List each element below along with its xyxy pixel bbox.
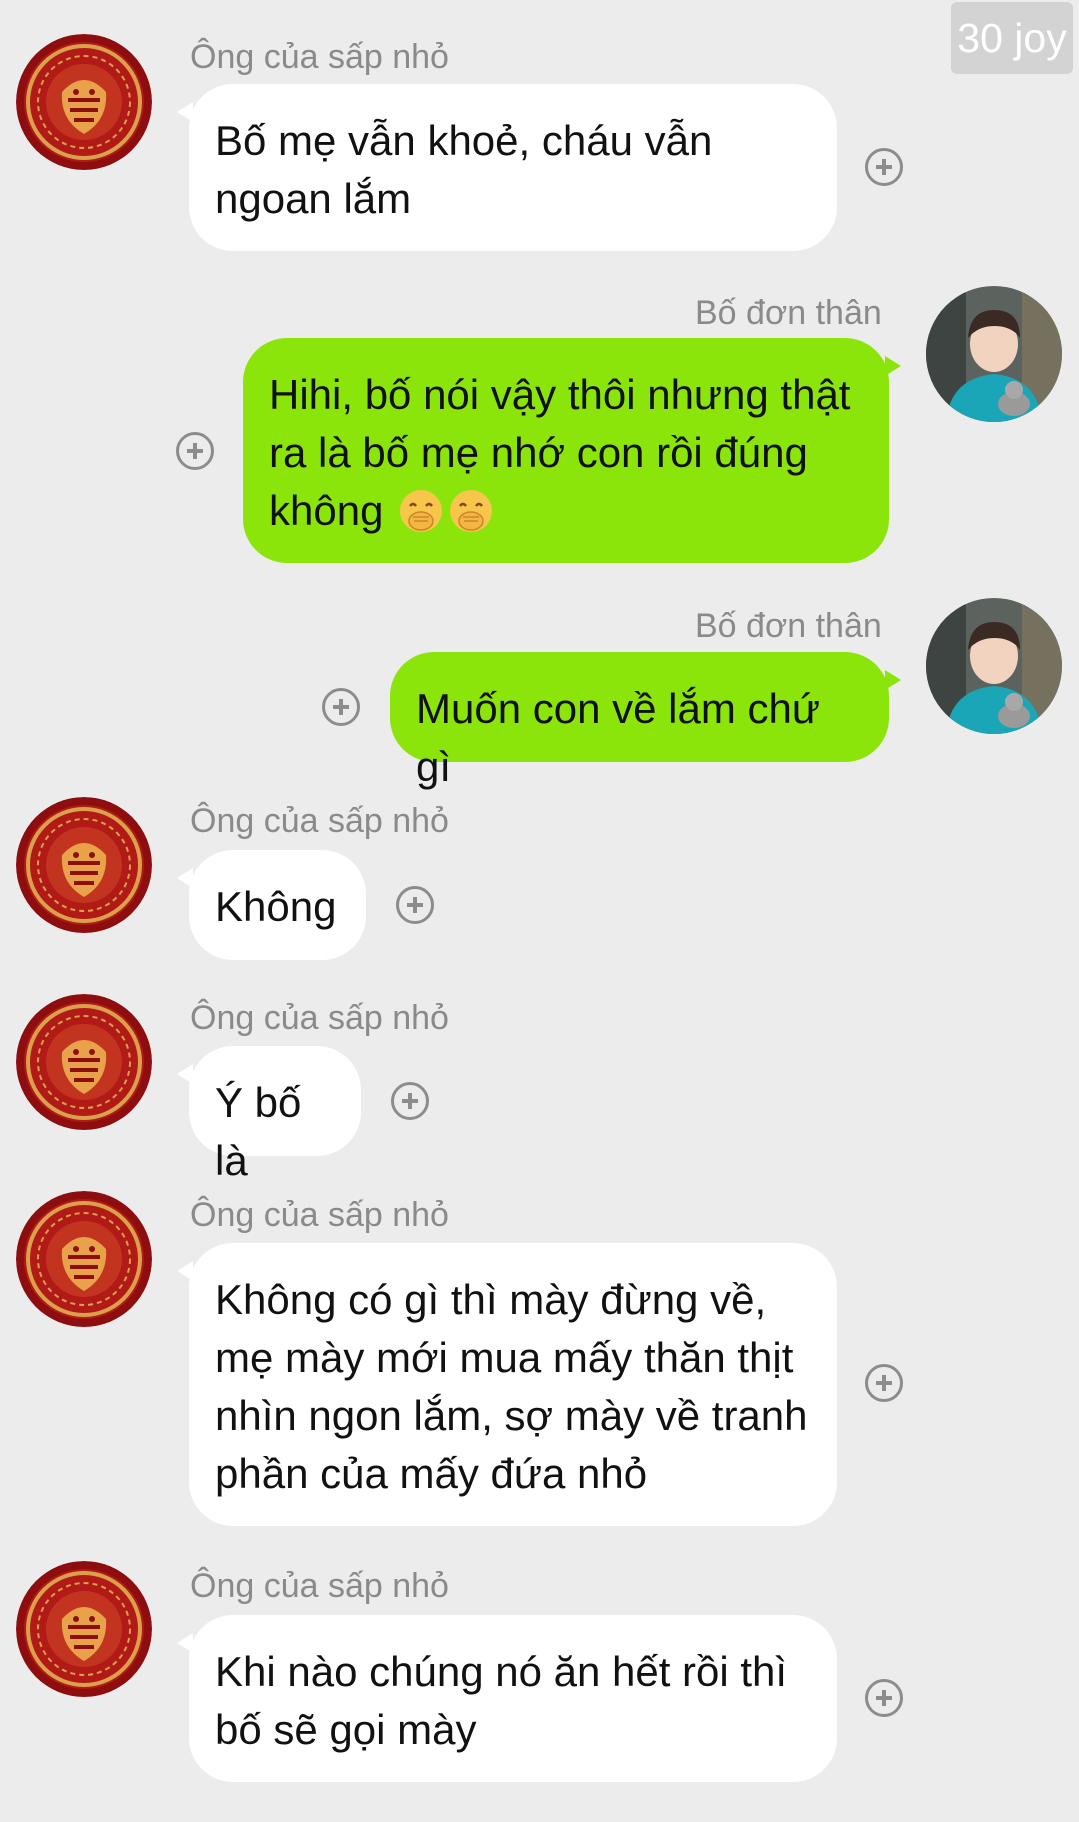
message-line: Ý bố là xyxy=(215,1079,302,1184)
add-reaction-icon[interactable] xyxy=(865,1364,903,1402)
tiger-medallion-avatar-icon xyxy=(16,797,152,933)
face-with-hand-over-mouth-icon xyxy=(400,490,443,532)
message-line: Muốn con về lắm chứ gì xyxy=(416,685,820,790)
avatar-grandpa[interactable] xyxy=(16,797,152,933)
message-bubble[interactable]: Không có gì thì mày đừng về, mẹ mày mới … xyxy=(177,1243,837,1526)
add-reaction-icon[interactable] xyxy=(176,432,214,470)
tiger-medallion-avatar-icon xyxy=(16,34,152,170)
avatar-grandpa[interactable] xyxy=(16,34,152,170)
message-line: Không có gì thì mày đừng về, xyxy=(215,1276,767,1323)
message-line: Bố mẹ vẫn khoẻ, cháu vẫn xyxy=(215,117,713,164)
message-bubble[interactable]: Khi nào chúng nó ăn hết rồi thì bố sẽ gọ… xyxy=(177,1615,837,1782)
add-reaction-icon[interactable] xyxy=(865,1679,903,1717)
avatar-dad[interactable] xyxy=(926,598,1062,734)
sender-name: Ông của sấp nhỏ xyxy=(190,1567,449,1605)
sender-name: Ông của sấp nhỏ xyxy=(190,38,449,76)
tiger-medallion-avatar-icon xyxy=(16,1191,152,1327)
message-line: Khi nào chúng nó ăn hết rồi thì xyxy=(215,1648,788,1695)
tiger-medallion-avatar-icon xyxy=(16,994,152,1130)
add-reaction-icon[interactable] xyxy=(391,1082,429,1120)
message-bubble[interactable]: Ý bố là xyxy=(177,1046,361,1184)
sender-name: Bố đơn thân xyxy=(695,294,882,332)
message-line: mẹ mày mới mua mấy thăn thịt xyxy=(215,1334,794,1381)
message-line: phần của mấy đứa nhỏ xyxy=(215,1450,648,1497)
avatar-grandpa[interactable] xyxy=(16,994,152,1130)
avatar-grandpa[interactable] xyxy=(16,1561,152,1697)
boy-with-cat-avatar-icon xyxy=(926,286,1062,422)
message-line: nhìn ngon lắm, sợ mày về tranh xyxy=(215,1392,808,1439)
sender-name: Ông của sấp nhỏ xyxy=(190,999,449,1037)
add-reaction-icon[interactable] xyxy=(322,688,360,726)
tiger-medallion-avatar-icon xyxy=(16,1561,152,1697)
message-bubble[interactable]: Bố mẹ vẫn khoẻ, cháu vẫn ngoan lắm xyxy=(177,84,837,251)
avatar-dad[interactable] xyxy=(926,286,1062,422)
message-line: không xyxy=(269,487,384,534)
message-line: Không xyxy=(215,883,337,930)
message-line: ngoan lắm xyxy=(215,175,412,222)
message-bubble[interactable]: Không xyxy=(177,850,366,960)
message-line: ra là bố mẹ nhớ con rồi đúng xyxy=(269,429,808,476)
sender-name: Ông của sấp nhỏ xyxy=(190,1196,449,1234)
message-bubble[interactable]: Hihi, bố nói vậy thôi nhưng thật ra là b… xyxy=(243,338,901,563)
sender-name: Bố đơn thân xyxy=(695,607,882,645)
message-line: Hihi, bố nói vậy thôi nhưng thật xyxy=(269,371,851,418)
sender-name: Ông của sấp nhỏ xyxy=(190,802,449,840)
boy-with-cat-avatar-icon xyxy=(926,598,1062,734)
avatar-grandpa[interactable] xyxy=(16,1191,152,1327)
watermark: 30 joy xyxy=(951,2,1073,74)
face-with-hand-over-mouth-icon xyxy=(450,490,493,532)
add-reaction-icon[interactable] xyxy=(396,886,434,924)
message-line: bố sẽ gọi mày xyxy=(215,1706,477,1753)
message-bubble[interactable]: Muốn con về lắm chứ gì xyxy=(390,652,901,790)
chat-screen: 30 joy Ông của sấp nhỏ Bố mẹ vẫn khoẻ, c… xyxy=(0,0,1079,1822)
add-reaction-icon[interactable] xyxy=(865,148,903,186)
